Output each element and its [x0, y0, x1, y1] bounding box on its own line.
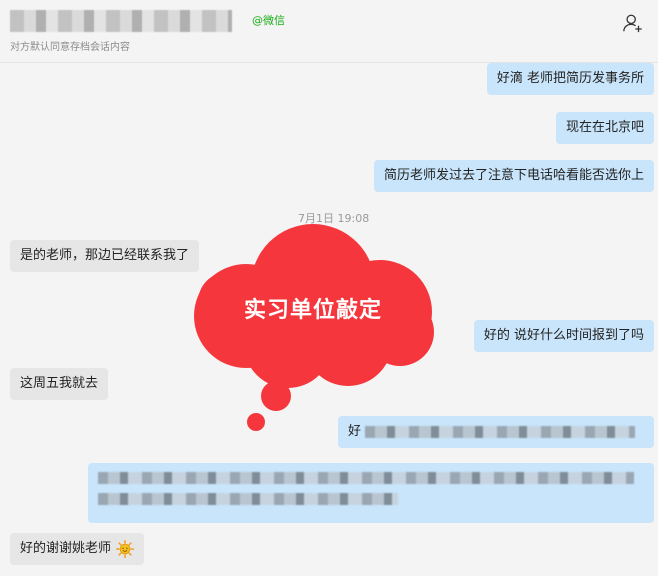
- sun-smile-emoji-icon: [116, 539, 135, 558]
- archive-notice: 对方默认同意存档会话内容: [10, 42, 130, 53]
- message-outgoing[interactable]: 好的 说好什么时间报到了吗: [473, 320, 654, 352]
- message-incoming[interactable]: 是的老师，那边已经联系我了: [10, 240, 200, 272]
- message-outgoing[interactable]: 简历老师发过去了注意下电话哈看能否选你上: [373, 160, 654, 192]
- message-incoming[interactable]: 这周五我就去: [10, 368, 109, 400]
- thought-cloud-overlay: [194, 224, 434, 431]
- message-outgoing[interactable]: 现在在北京吧: [555, 112, 654, 144]
- message-incoming[interactable]: 好的谢谢姚老师: [10, 533, 145, 565]
- wechat-tag: @微信: [252, 14, 285, 27]
- blurred-content: [98, 493, 398, 505]
- chat-header: @微信 对方默认同意存档会话内容: [0, 0, 658, 63]
- blurred-content: [98, 471, 634, 484]
- add-user-icon[interactable]: [622, 12, 644, 34]
- message-text: 好的谢谢姚老师: [20, 541, 112, 556]
- message-outgoing-blurred-long[interactable]: [88, 463, 654, 523]
- overlay-label: 实习单位敲定: [243, 298, 382, 323]
- message-outgoing[interactable]: 好滴 老师把简历发事务所: [486, 63, 654, 95]
- contact-name-blurred: [10, 10, 232, 32]
